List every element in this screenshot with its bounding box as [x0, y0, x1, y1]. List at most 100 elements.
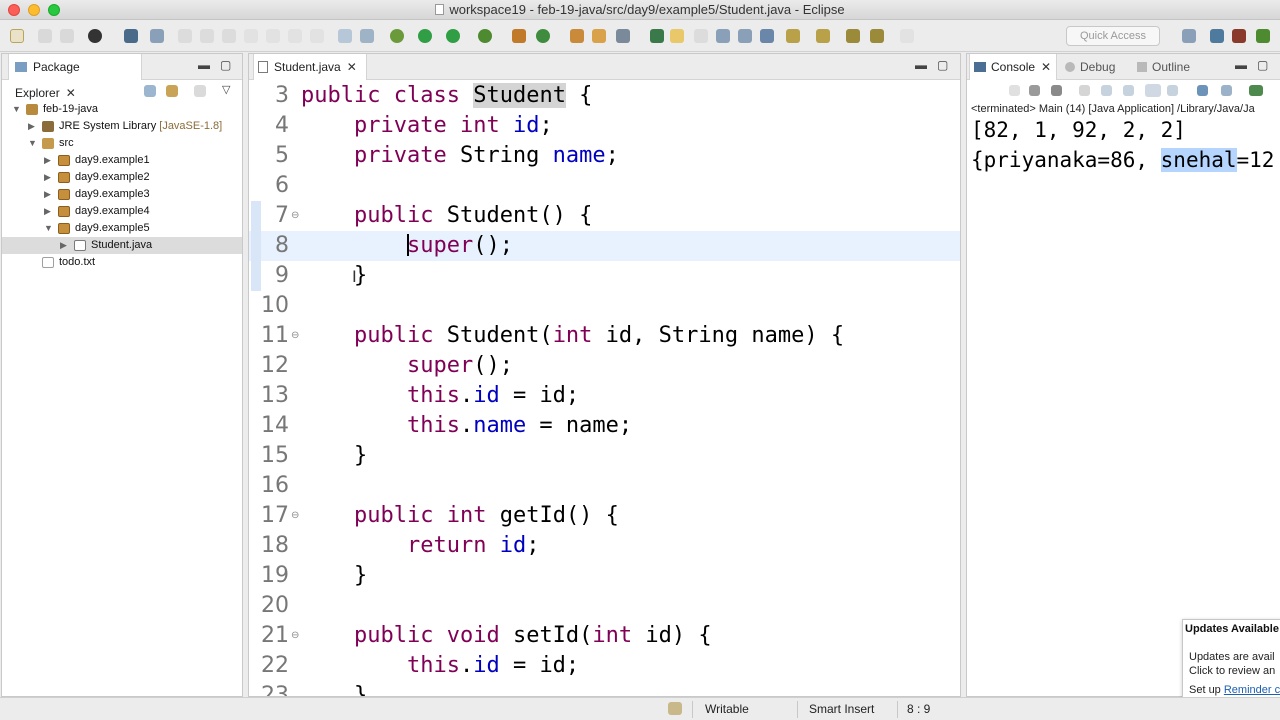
code-line[interactable]: 10	[249, 291, 960, 321]
minimize-icon[interactable]: ▬	[1235, 59, 1247, 71]
code-line[interactable]: 14 this.name = name;	[249, 411, 960, 441]
tab-outline[interactable]: Outline	[1137, 54, 1190, 80]
tree-item[interactable]: ▶ Student.java	[2, 237, 242, 254]
code-line[interactable]: 6	[249, 171, 960, 201]
next-annotation-icon[interactable]	[786, 29, 800, 43]
resume-icon[interactable]	[178, 29, 192, 43]
collapsed-arrow-icon[interactable]: ▶	[44, 169, 54, 186]
terminate-icon[interactable]	[1009, 85, 1020, 96]
external-tools-icon[interactable]	[478, 29, 492, 43]
tree-item[interactable]: ▼ feb-19-java	[2, 101, 242, 118]
collapse-all-icon[interactable]	[144, 85, 156, 97]
close-icon[interactable]: ✕	[1041, 60, 1051, 74]
show-source-icon[interactable]	[760, 29, 774, 43]
maximize-icon[interactable]: ▢	[937, 59, 948, 71]
collapsed-arrow-icon[interactable]: ▶	[44, 203, 54, 220]
remove-launch-icon[interactable]	[1029, 85, 1040, 96]
last-edit-location-icon[interactable]	[846, 29, 860, 43]
block-selection-icon[interactable]	[716, 29, 730, 43]
expanded-arrow-icon[interactable]: ▼	[28, 135, 38, 152]
tree-item[interactable]: todo.txt	[2, 254, 242, 271]
minimize-icon[interactable]: ▬	[198, 59, 210, 71]
fold-toggle-icon[interactable]: ⊖	[291, 331, 299, 341]
tool-icon[interactable]	[150, 29, 164, 43]
quick-access-input[interactable]: Quick Access	[1066, 26, 1160, 46]
code-line[interactable]: 4 private int id;	[249, 111, 960, 141]
open-task-icon[interactable]	[592, 29, 606, 43]
tab-debug[interactable]: Debug	[1065, 54, 1115, 80]
back-icon[interactable]	[870, 29, 884, 43]
view-menu-icon[interactable]: ▽	[222, 83, 230, 96]
java-perspective-icon[interactable]	[1232, 29, 1246, 43]
step-over-icon[interactable]	[288, 29, 302, 43]
search-icon[interactable]	[616, 29, 630, 43]
step-into-icon[interactable]	[266, 29, 280, 43]
focus-icon[interactable]	[194, 85, 206, 97]
run-icon[interactable]	[418, 29, 432, 43]
collapsed-arrow-icon[interactable]: ▶	[44, 186, 54, 203]
open-console-icon[interactable]	[1249, 85, 1263, 96]
tree-item[interactable]: ▼ day9.example5	[2, 220, 242, 237]
code-line[interactable]: 19 }	[249, 561, 960, 591]
new-java-project-icon[interactable]	[512, 29, 526, 43]
open-type-icon[interactable]	[570, 29, 584, 43]
tree-item[interactable]: ▼ src	[2, 135, 242, 152]
code-line[interactable]: 15 }	[249, 441, 960, 471]
tab-package-explorer[interactable]: Package Explorer ✕	[8, 54, 142, 100]
previous-annotation-icon[interactable]	[816, 29, 830, 43]
disconnect-icon[interactable]	[244, 29, 258, 43]
tree-item[interactable]: ▶ day9.example4	[2, 203, 242, 220]
reminder-link[interactable]: Reminder c	[1224, 684, 1280, 696]
user-icon[interactable]	[88, 29, 102, 43]
fold-toggle-icon[interactable]: ⊖	[291, 211, 299, 221]
pin-console-icon[interactable]	[1197, 85, 1208, 96]
code-line[interactable]: 23 }	[249, 681, 960, 696]
java-ee-perspective-icon[interactable]	[1210, 29, 1224, 43]
fold-toggle-icon[interactable]: ⊖	[291, 631, 299, 641]
show-console-on-output-icon[interactable]	[1145, 84, 1161, 97]
updates-notification[interactable]: Updates Available Updates are avail Clic…	[1182, 619, 1280, 703]
collapsed-arrow-icon[interactable]: ▶	[28, 118, 38, 135]
word-wrap-icon[interactable]	[738, 29, 752, 43]
save-icon[interactable]	[38, 29, 52, 43]
highlight-icon[interactable]	[670, 29, 684, 43]
code-editor[interactable]: 3 public class Student {4 private int id;…	[249, 81, 960, 696]
drop-to-frame-icon[interactable]	[338, 29, 352, 43]
fold-toggle-icon[interactable]: ⊖	[291, 511, 299, 521]
word-wrap-icon[interactable]	[1123, 85, 1134, 96]
code-line[interactable]: 13 this.id = id;	[249, 381, 960, 411]
link-with-editor-icon[interactable]	[166, 85, 178, 97]
step-return-icon[interactable]	[310, 29, 324, 43]
code-line[interactable]: 7 ⊖ public Student() {	[249, 201, 960, 231]
code-line[interactable]: 8 super();	[249, 231, 960, 261]
expanded-arrow-icon[interactable]: ▼	[12, 101, 22, 118]
forward-icon[interactable]	[900, 29, 914, 43]
insert-mode-status[interactable]: Smart Insert	[809, 702, 874, 716]
code-line[interactable]: 16	[249, 471, 960, 501]
close-icon[interactable]: ✕	[347, 60, 357, 74]
code-line[interactable]: 3 public class Student {	[249, 81, 960, 111]
expanded-arrow-icon[interactable]: ▼	[44, 220, 54, 237]
maximize-icon[interactable]: ▢	[220, 59, 231, 71]
mark-occurrences-icon[interactable]	[650, 29, 664, 43]
tab-console[interactable]: Console ✕	[969, 54, 1057, 80]
remove-all-terminated-icon[interactable]	[1051, 85, 1062, 96]
tree-item[interactable]: ▶ day9.example2	[2, 169, 242, 186]
collapsed-arrow-icon[interactable]: ▶	[44, 152, 54, 169]
scroll-lock-icon[interactable]	[1101, 85, 1112, 96]
tree-item[interactable]: ▶ day9.example3	[2, 186, 242, 203]
debug-icon[interactable]	[390, 29, 404, 43]
code-line[interactable]: 11 ⊖ public Student(int id, String name) …	[249, 321, 960, 351]
clear-console-icon[interactable]	[1079, 85, 1090, 96]
collapsed-arrow-icon[interactable]: ▶	[60, 237, 70, 254]
code-line[interactable]: 17 ⊖ public int getId() {	[249, 501, 960, 531]
run-coverage-icon[interactable]	[446, 29, 460, 43]
terminal-icon[interactable]	[124, 29, 138, 43]
use-step-filters-icon[interactable]	[360, 29, 374, 43]
show-whitespace-icon[interactable]	[694, 29, 708, 43]
tree-item[interactable]: ▶ JRE System Library [JavaSE-1.8]	[2, 118, 242, 135]
code-line[interactable]: 21 ⊖ public void setId(int id) {	[249, 621, 960, 651]
save-all-icon[interactable]	[60, 29, 74, 43]
open-perspective-icon[interactable]	[1182, 29, 1196, 43]
terminate-icon[interactable]	[222, 29, 236, 43]
